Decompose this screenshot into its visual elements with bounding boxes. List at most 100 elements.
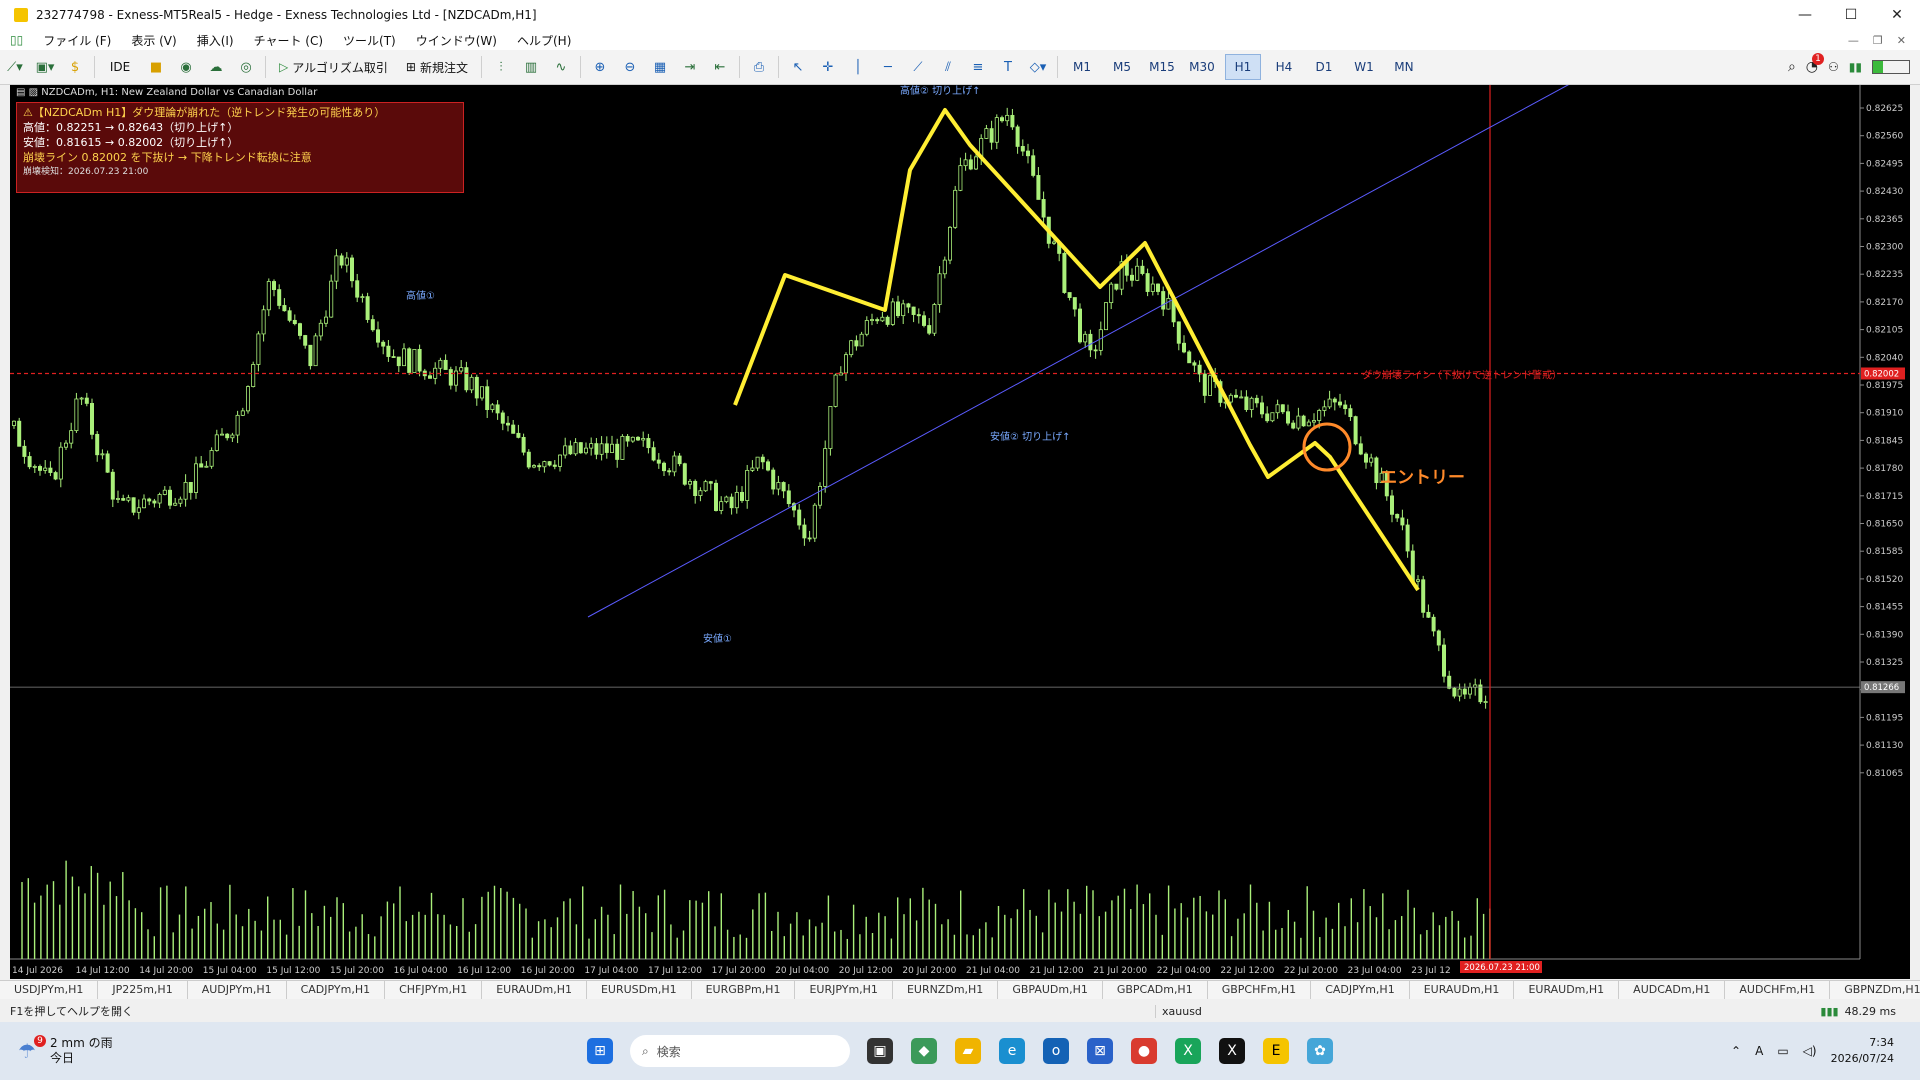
timeframe-m15[interactable]: M15 xyxy=(1145,55,1179,79)
edge-icon[interactable]: e xyxy=(999,1038,1025,1064)
timeframe-w1[interactable]: W1 xyxy=(1347,55,1381,79)
symbol-tab[interactable]: EURAUDm,H1 xyxy=(482,981,587,999)
new-order-button[interactable]: ⊞ 新規注文 xyxy=(400,55,474,79)
timeframe-m1[interactable]: M1 xyxy=(1065,55,1099,79)
xs-app-icon[interactable]: X xyxy=(1175,1038,1201,1064)
channel-icon[interactable]: ⫽ xyxy=(936,55,960,79)
ide-button[interactable]: IDE xyxy=(102,55,138,79)
cursor-icon[interactable]: ↖ xyxy=(786,55,810,79)
menu-file[interactable]: ファイル (F) xyxy=(33,32,121,49)
candle-body xyxy=(885,316,890,325)
symbol-tab[interactable]: EURNZDm,H1 xyxy=(893,981,999,999)
outlook-icon[interactable]: o xyxy=(1043,1038,1069,1064)
account-icon[interactable]: ⚇ xyxy=(1828,60,1839,74)
menu-view[interactable]: 表示 (V) xyxy=(121,32,186,49)
menu-insert[interactable]: 挿入(I) xyxy=(187,32,244,49)
toolbar-separator xyxy=(738,56,740,78)
autoscroll-icon[interactable]: ⇥ xyxy=(678,55,702,79)
algo-trading-button[interactable]: ▷ アルゴリズム取引 xyxy=(273,55,394,79)
child-restore-icon[interactable]: ❐ xyxy=(1873,34,1883,47)
market-icon[interactable]: $ xyxy=(63,55,87,79)
task-view-icon[interactable]: ▣ xyxy=(867,1038,893,1064)
timeframe-mn[interactable]: MN xyxy=(1387,55,1421,79)
close-button[interactable]: ✕ xyxy=(1874,0,1920,30)
symbol-tab[interactable]: EURUSDm,H1 xyxy=(587,981,692,999)
symbol-tab[interactable]: CHFJPYm,H1 xyxy=(385,981,483,999)
symbol-tab[interactable]: GBPAUDm,H1 xyxy=(998,981,1103,999)
child-minimize-icon[interactable]: — xyxy=(1848,34,1859,47)
symbol-tab[interactable]: GBPNZDm,H1 xyxy=(1830,981,1920,999)
exness-app-icon[interactable]: E xyxy=(1263,1038,1289,1064)
zoom-out-icon[interactable]: ⊖ xyxy=(618,55,642,79)
candle-body xyxy=(802,524,807,539)
cloud-icon[interactable]: ☁ xyxy=(204,55,228,79)
candle-body xyxy=(1202,373,1207,396)
symbol-tab[interactable]: USDJPYm,H1 xyxy=(0,981,99,999)
line-chart-icon[interactable]: ⟋▾ xyxy=(3,55,27,79)
signal-icon[interactable]: ◉ xyxy=(174,55,198,79)
crosshair-icon[interactable]: ✛ xyxy=(816,55,840,79)
timeframe-h1[interactable]: H1 xyxy=(1224,54,1261,80)
symbol-tab[interactable]: AUDJPYm,H1 xyxy=(188,981,287,999)
taskbar-search[interactable]: ⌕ 検索 xyxy=(630,1035,850,1067)
text-tool-icon[interactable]: T xyxy=(996,55,1020,79)
symbol-tab[interactable]: AUDCHFm,H1 xyxy=(1725,981,1831,999)
profile-name[interactable]: xauusd xyxy=(1155,1004,1412,1018)
symbol-tab[interactable]: CADJPYm,H1 xyxy=(287,981,386,999)
misc-app-icon[interactable]: ✿ xyxy=(1307,1038,1333,1064)
symbol-tab[interactable]: AUDCADm,H1 xyxy=(1619,981,1726,999)
grid-icon[interactable]: ▦ xyxy=(648,55,672,79)
symbol-tab[interactable]: GBPCHFm,H1 xyxy=(1208,981,1312,999)
xm-app-icon[interactable]: X xyxy=(1219,1038,1245,1064)
lock-icon[interactable]: ■ xyxy=(144,55,168,79)
symbol-tab[interactable]: EURAUDm,H1 xyxy=(1514,981,1620,999)
app-mt5-icon[interactable]: ◆ xyxy=(911,1038,937,1064)
ime-icon[interactable]: A xyxy=(1755,1044,1763,1058)
tray-chevron-icon[interactable]: ⌃ xyxy=(1731,1044,1741,1058)
minimize-button[interactable]: — xyxy=(1782,0,1828,30)
chart-canvas[interactable]: 0.82625 0.82560 0.82495 0.82430 0.82365 0.823… xyxy=(10,85,1910,979)
template-icon[interactable]: ▣▾ xyxy=(33,55,57,79)
menu-tools[interactable]: ツール(T) xyxy=(333,32,406,49)
symbol-tab[interactable]: EURAUDm,H1 xyxy=(1410,981,1515,999)
network-icon[interactable]: ▭ xyxy=(1777,1044,1788,1058)
volume-icon[interactable]: ◁) xyxy=(1803,1044,1817,1058)
notification-icon[interactable]: ◔ 1 xyxy=(1806,53,1825,75)
menu-help[interactable]: ヘルプ(H) xyxy=(507,32,581,49)
zoom-in-icon[interactable]: ⊕ xyxy=(588,55,612,79)
clock[interactable]: 7:34 2026/07/24 xyxy=(1831,1035,1894,1067)
chart-shift-icon[interactable]: ⇤ xyxy=(708,55,732,79)
symbol-tab[interactable]: CADJPYm,H1 xyxy=(1311,981,1410,999)
price-label: 0.81715 xyxy=(1866,492,1903,502)
chrome-icon[interactable]: ● xyxy=(1131,1038,1157,1064)
chart-area[interactable]: 0.82625 0.82560 0.82495 0.82430 0.82365 0.823… xyxy=(10,85,1910,979)
line-icon[interactable]: ∿ xyxy=(549,55,573,79)
timeframe-m30[interactable]: M30 xyxy=(1185,55,1219,79)
maximize-button[interactable]: ☐ xyxy=(1828,0,1874,30)
vertical-line-icon[interactable]: │ xyxy=(846,55,870,79)
child-close-icon[interactable]: ✕ xyxy=(1897,34,1906,47)
start-icon[interactable]: ⊞ xyxy=(587,1038,613,1064)
menu-chart[interactable]: チャート (C) xyxy=(244,32,333,49)
symbol-tab[interactable]: GBPCADm,H1 xyxy=(1103,981,1208,999)
candle-body xyxy=(688,480,693,485)
weather-widget[interactable]: ☂ 9 2 mm の雨 今日 xyxy=(18,1035,578,1066)
shapes-icon[interactable]: ◇▾ xyxy=(1026,55,1050,79)
globe-icon[interactable]: ◎ xyxy=(234,55,258,79)
candle-chart-icon[interactable]: ▥ xyxy=(519,55,543,79)
timeframe-d1[interactable]: D1 xyxy=(1307,55,1341,79)
symbol-tab[interactable]: JP225m,H1 xyxy=(98,981,188,999)
horizontal-line-icon[interactable]: ─ xyxy=(876,55,900,79)
file-explorer-icon[interactable]: ▰ xyxy=(955,1038,981,1064)
search-icon[interactable]: ⌕ xyxy=(1788,59,1796,75)
store-icon[interactable]: ⊠ xyxy=(1087,1038,1113,1064)
timeframe-m5[interactable]: M5 xyxy=(1105,55,1139,79)
symbol-tab[interactable]: EURGBPm,H1 xyxy=(692,981,796,999)
screenshot-icon[interactable]: ⎙ xyxy=(747,55,771,79)
symbol-tab[interactable]: EURJPYm,H1 xyxy=(795,981,893,999)
menu-window[interactable]: ウインドウ(W) xyxy=(406,32,507,49)
trendline-icon[interactable]: ⟋ xyxy=(906,55,930,79)
bar-chart-icon[interactable]: ⫶ xyxy=(489,55,513,79)
timeframe-h4[interactable]: H4 xyxy=(1267,55,1301,79)
fibonacci-icon[interactable]: ≡ xyxy=(966,55,990,79)
